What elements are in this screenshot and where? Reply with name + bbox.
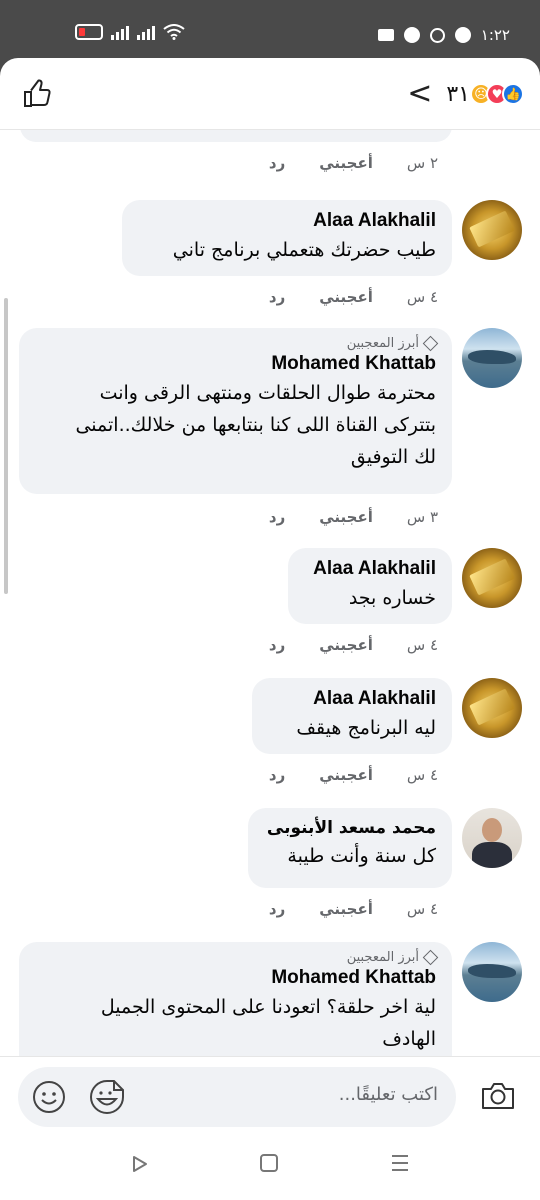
reply-button[interactable]: رد [269,288,285,306]
comment-time: ٤ س [406,766,438,784]
like-button[interactable]: أعجبني [319,766,373,784]
avatar[interactable] [462,678,522,738]
comment-input[interactable]: اكتب تعليقًا... [18,1067,456,1127]
comment-author[interactable]: Mohamed Khattab [35,967,436,989]
comment-author[interactable]: Mohamed Khattab [35,353,436,375]
comment-text: خساره بجد [348,587,436,609]
nav-back-icon[interactable] [130,1154,150,1174]
like-button[interactable]: أعجبني [319,288,373,306]
comment-actions: ٢ س أعجبني رد [269,154,438,172]
comment-text: طيب حضرتك هتعملي برنامج تاني [172,239,436,261]
comment-text-line: محترمة طوال الحلقات ومنتهى الرقى وانت [99,382,436,404]
top-fan-badge: أبرز المعجبين [35,949,439,966]
comment-actions: ٤ س أعجبني رد [269,288,438,306]
facebook-icon [403,27,420,43]
comment-author[interactable]: محمد مسعد الأبنوبى [264,818,436,838]
comment-bubble: Alaa Alakhalil خساره بجد [288,548,452,624]
reply-button[interactable]: رد [269,766,285,784]
like-reaction-icon: 👍 [502,83,524,105]
nav-home-icon[interactable] [260,1154,278,1172]
comment-actions: ٣ س أعجبني رد [269,508,438,526]
comment-bubble: Alaa Alakhalil ليه البرنامج هيقف [252,678,452,754]
comment-actions: ٤ س أعجبني رد [269,900,438,918]
avatar[interactable] [462,808,522,868]
status-left-icons [75,24,185,40]
reaction-summary[interactable]: < ٣١ ☹ ♥ 👍 [407,79,524,109]
comment-list: ٢ س أعجبني رد Alaa Alakhalil طيب حضرتك ه… [0,130,540,1056]
nav-recents-icon[interactable] [390,1154,410,1172]
comment-text: كل سنة وأنت طيبة [287,845,436,867]
signal-icon-2 [137,24,155,40]
comment-author[interactable]: Alaa Alakhalil [138,210,436,232]
comment-author[interactable]: Alaa Alakhalil [268,688,436,710]
comment-bubble: Alaa Alakhalil طيب حضرتك هتعملي برنامج ت… [122,200,452,276]
top-fan-label: أبرز المعجبين [346,336,419,351]
facebook-icon-2 [429,27,445,43]
wifi-icon [163,24,185,40]
comment-text: لية اخر حلقة؟ اتعودنا على المحتوى الجميل… [35,991,436,1055]
mail-icon [377,29,394,41]
signal-icon [111,24,129,40]
comment-time: ٤ س [406,900,438,918]
comment-text: ليه البرنامج هيقف [296,717,436,739]
camera-icon[interactable] [480,1081,516,1111]
comment-text-line: لية اخر حلقة؟ اتعودنا على المحتوى الجميل [100,996,436,1018]
avatar[interactable] [462,328,522,388]
reaction-count: ٣١ [446,81,470,107]
comment-actions: ٤ س أعجبني رد [269,636,438,654]
reply-button[interactable]: رد [269,154,285,172]
like-button[interactable]: أعجبني [319,636,373,654]
comment-time: ٤ س [406,636,438,654]
comment-text-line: بتتركى القناة اللى كنا بنتابعها من خلالك… [75,414,436,436]
avatar[interactable] [462,548,522,608]
previous-comment-bubble [20,130,452,142]
comments-sheet: < ٣١ ☹ ♥ 👍 ٢ س أعجبني رد Alaa Alakhalil … [0,58,540,1200]
avatar[interactable] [462,942,522,1002]
like-outline-icon[interactable] [22,78,54,110]
status-bar: ١:٢٢ [0,0,540,60]
comment-actions: ٤ س أعجبني رد [269,766,438,784]
comment-text: محترمة طوال الحلقات ومنتهى الرقى وانت بت… [35,377,436,473]
comment-bubble: محمد مسعد الأبنوبى كل سنة وأنت طيبة [248,808,452,888]
comment-text-line: لك التوفيق [350,446,436,468]
comment-time: ٢ س [406,154,438,172]
status-right-icons: ١:٢٢ [377,26,510,44]
top-fan-badge: أبرز المعجبين [35,335,439,352]
status-time: ١:٢٢ [480,26,510,44]
comment-composer: اكتب تعليقًا... [0,1056,540,1138]
comment-time: ٤ س [406,288,438,306]
back-chevron-icon[interactable]: < [407,79,432,109]
comment-bubble: أبرز المعجبين Mohamed Khattab محترمة طوا… [19,328,452,494]
reply-button[interactable]: رد [269,636,285,654]
comment-author[interactable]: Alaa Alakhalil [304,558,436,580]
like-button[interactable]: أعجبني [319,508,373,526]
battery-icon [75,24,103,40]
reply-button[interactable]: رد [269,508,285,526]
comment-time: ٣ س [406,508,438,526]
comments-header: < ٣١ ☹ ♥ 👍 [0,58,540,130]
system-nav-bar [0,1138,540,1200]
whatsapp-icon [454,27,471,43]
top-fan-label: أبرز المعجبين [346,950,419,965]
diamond-icon [422,949,439,966]
emoji-icon[interactable] [32,1080,66,1114]
sticker-icon[interactable] [88,1078,126,1116]
reply-button[interactable]: رد [269,900,285,918]
comment-input-placeholder[interactable]: اكتب تعليقًا... [339,1084,438,1105]
like-button[interactable]: أعجبني [319,900,373,918]
like-button[interactable]: أعجبني [319,154,373,172]
comment-bubble: أبرز المعجبين Mohamed Khattab لية اخر حل… [19,942,452,1056]
diamond-icon [422,335,439,352]
avatar[interactable] [462,200,522,260]
comment-text-line: الهادف [382,1028,436,1050]
